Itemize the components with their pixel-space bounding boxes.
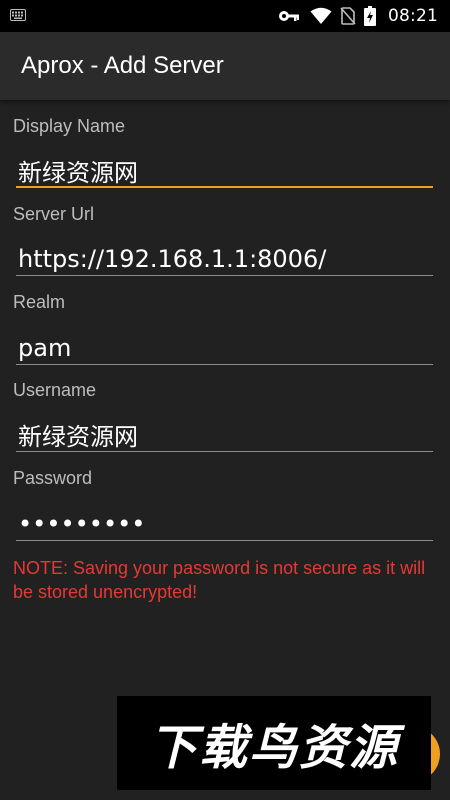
display-name-input[interactable]: [16, 154, 433, 188]
battery-charging-icon: [364, 6, 376, 26]
password-warning: NOTE: Saving your password is not secure…: [13, 558, 426, 602]
add-server-screen: 08:21 Aprox - Add Server Display Name Se…: [0, 0, 450, 800]
realm-input[interactable]: [16, 331, 433, 365]
username-input[interactable]: [16, 418, 433, 452]
app-bar: Aprox - Add Server: [0, 32, 450, 100]
password-input[interactable]: [16, 507, 433, 541]
server-url-input[interactable]: [16, 242, 433, 276]
username-label: Username: [13, 380, 97, 400]
realm-label: Realm: [13, 292, 66, 312]
display-name-label: Display Name: [13, 116, 126, 136]
keyboard-icon: [10, 9, 26, 21]
watermark-banner: 下载鸟资源: [117, 696, 431, 790]
no-sim-icon: [340, 7, 356, 25]
key-icon: [279, 11, 299, 21]
password-label: Password: [13, 468, 93, 488]
wifi-icon: [310, 7, 332, 24]
status-icons: 08:21: [278, 0, 438, 32]
server-url-label: Server Url: [13, 204, 95, 224]
status-time: 08:21: [388, 6, 438, 26]
watermark-text: 下载鸟资源: [148, 720, 399, 776]
app-title: Aprox - Add Server: [21, 52, 224, 79]
status-bar: 08:21: [0, 0, 450, 32]
